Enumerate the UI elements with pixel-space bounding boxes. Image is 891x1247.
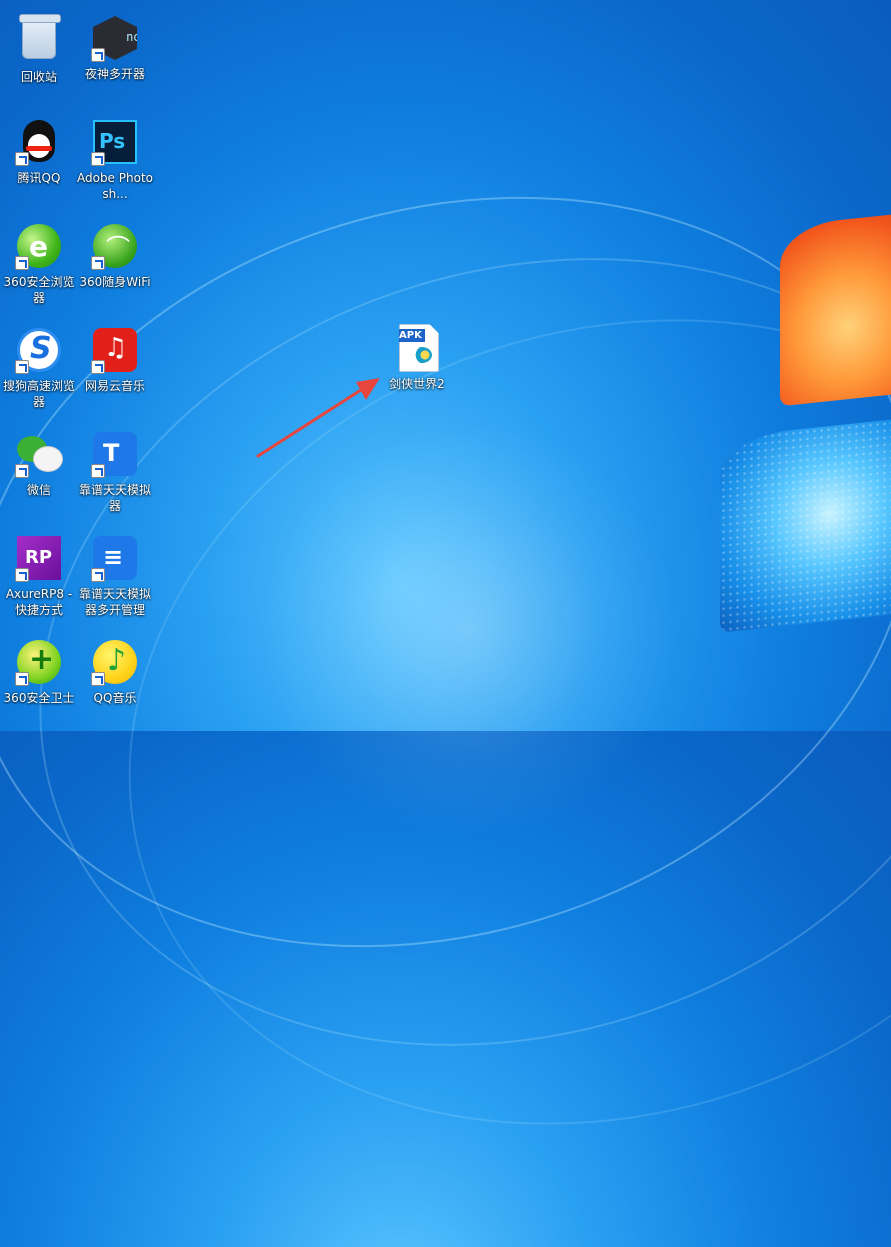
sogou-browser-icon: S: [15, 326, 63, 374]
desktop-icon-360-browser[interactable]: e 360安全浏览器: [0, 222, 78, 306]
desktop-icon-label: 360随身WiFi: [79, 275, 151, 289]
nox-icon: nox: [91, 14, 139, 62]
360-wifi-icon: [91, 222, 139, 270]
desktop-icon-sogou-browser[interactable]: S 搜狗高速浏览器: [0, 326, 78, 410]
shortcut-arrow-icon: [91, 360, 105, 374]
shortcut-arrow-icon: [15, 568, 29, 582]
360-browser-icon: e: [15, 222, 63, 270]
shortcut-arrow-icon: [15, 360, 29, 374]
desktop-icon-label: 腾讯QQ: [17, 171, 61, 185]
desktop-icon-label: 靠谱天天模拟器: [78, 483, 151, 513]
netease-music-icon: ♫: [91, 326, 139, 374]
shortcut-arrow-icon: [91, 568, 105, 582]
desktop-icon-photoshop[interactable]: Ps Adobe Photosh...: [76, 118, 154, 202]
desktop-icon-qq[interactable]: 腾讯QQ: [0, 118, 78, 186]
apk-file-icon: APK: [393, 324, 441, 372]
recycle-bin-icon: [15, 17, 63, 65]
tiantian-emulator-icon: T: [91, 430, 139, 478]
desktop-icon-label: 回收站: [20, 70, 57, 84]
axure-rp-icon: RP: [15, 534, 63, 582]
desktop-icon-axure-rp[interactable]: RP AxureRP8 - 快捷方式: [0, 534, 78, 618]
desktop-icon-wechat[interactable]: 微信: [0, 430, 78, 498]
desktop-icon-label: 搜狗高速浏览器: [2, 379, 75, 409]
desktop-icon-label: 微信: [26, 483, 51, 497]
qq-music-icon: ♪: [91, 638, 139, 686]
shortcut-arrow-icon: [15, 464, 29, 478]
game-logo-icon: [412, 347, 432, 363]
shortcut-arrow-icon: [15, 152, 29, 166]
apk-tag: APK: [399, 329, 425, 342]
desktop-icon-tiantian-emulator[interactable]: T 靠谱天天模拟器: [76, 430, 154, 514]
shortcut-arrow-icon: [91, 672, 105, 686]
desktop-icon-label: 网易云音乐: [84, 379, 145, 393]
desktop-icon-label: QQ音乐: [93, 691, 137, 705]
desktop-icon-netease-music[interactable]: ♫ 网易云音乐: [76, 326, 154, 394]
desktop-icon-label: 360安全卫士: [3, 691, 75, 705]
photoshop-icon: Ps: [91, 118, 139, 166]
windows-logo-blue-pane: [720, 414, 891, 633]
shortcut-arrow-icon: [15, 672, 29, 686]
desktop-icon-label: AxureRP8 - 快捷方式: [5, 587, 73, 617]
360-security-icon: +: [15, 638, 63, 686]
desktop-icon-label: 360安全浏览器: [3, 275, 75, 305]
desktop-icon-recycle-bin[interactable]: 回收站: [0, 14, 78, 85]
desktop-icon-nox[interactable]: nox 夜神多开器: [76, 14, 154, 82]
desktop-icon-label: Adobe Photosh...: [76, 171, 153, 201]
desktop-icon-qq-music[interactable]: ♪ QQ音乐: [76, 638, 154, 706]
windows-logo-red-pane: [780, 208, 891, 407]
qq-icon: [15, 118, 63, 166]
windows-logo-wallpaper: [720, 207, 891, 652]
shortcut-arrow-icon: [91, 48, 105, 62]
desktop-icon-label: 靠谱天天模拟器多开管理: [78, 587, 151, 617]
shortcut-arrow-icon: [15, 256, 29, 270]
desktop-icon-tiantian-multi[interactable]: ≡ 靠谱天天模拟器多开管理: [76, 534, 154, 618]
desktop-icon-360-wifi[interactable]: 360随身WiFi: [76, 222, 154, 290]
desktop-icon-label: 夜神多开器: [84, 67, 145, 81]
tiantian-multi-icon: ≡: [91, 534, 139, 582]
annotation-arrow-icon: [256, 378, 380, 458]
shortcut-arrow-icon: [91, 256, 105, 270]
shortcut-arrow-icon: [91, 464, 105, 478]
desktop-icon-360-security[interactable]: + 360安全卫士: [0, 638, 78, 706]
shortcut-arrow-icon: [91, 152, 105, 166]
wechat-icon: [15, 430, 63, 478]
